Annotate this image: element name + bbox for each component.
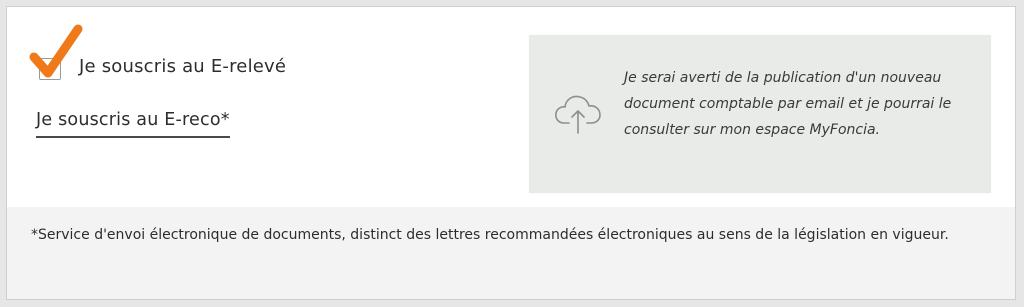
checkmark-icon	[29, 24, 83, 78]
info-text: Je serai averti de la publication d'un n…	[624, 70, 952, 138]
cloud-upload-icon	[555, 95, 601, 134]
ereleve-option[interactable]: Je souscris au E-relevé	[29, 24, 287, 81]
subscription-options-section: Je souscris au E-relevé Je souscris au E…	[7, 7, 1015, 207]
ereleve-checkbox[interactable]	[29, 24, 83, 80]
subscription-panel: Je souscris au E-relevé Je souscris au E…	[6, 6, 1016, 300]
footnote-section: *Service d'envoi électronique de documen…	[7, 207, 1015, 299]
ereleve-label: Je souscris au E-relevé	[79, 55, 287, 77]
ereco-link[interactable]: Je souscris au E-reco*	[36, 110, 230, 138]
footnote-text: *Service d'envoi électronique de documen…	[31, 227, 949, 243]
info-box: Je serai averti de la publication d'un n…	[529, 35, 991, 193]
